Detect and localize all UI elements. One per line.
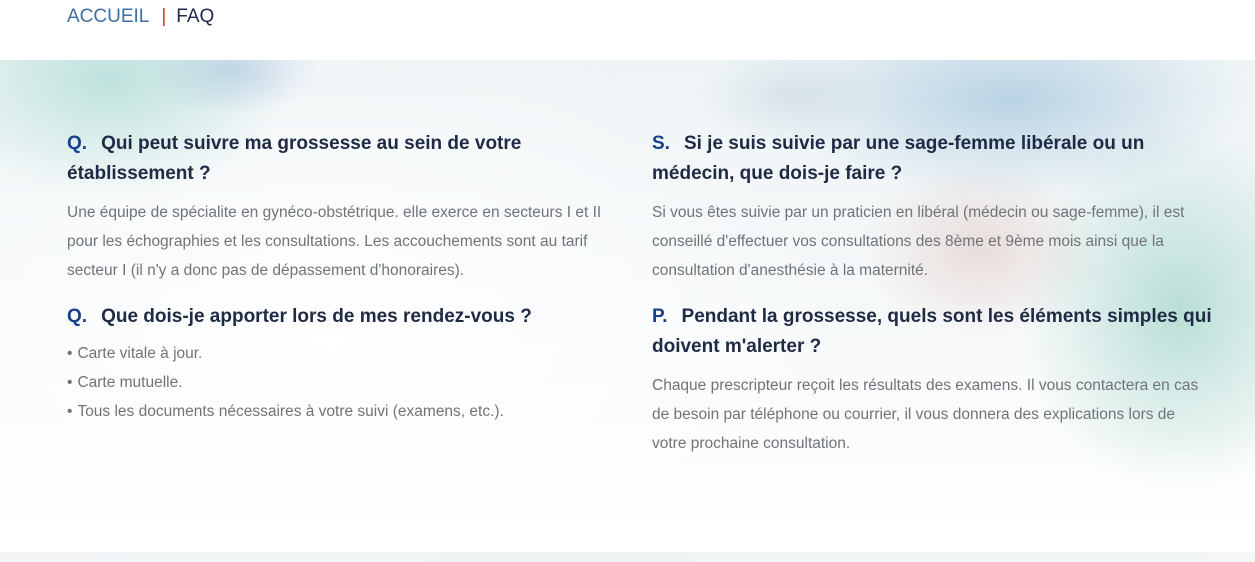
breadcrumb-home-link[interactable]: ACCUEIL — [67, 6, 149, 27]
question-prefix: Q. — [67, 306, 88, 327]
faq-column-left: Q. Qui peut suivre ma grossesse au sein d… — [67, 129, 627, 426]
bottom-divider — [0, 552, 1255, 562]
question-text: Pendant la grossesse, quels sont les élé… — [652, 306, 1212, 357]
bullet-icon: • — [67, 403, 73, 420]
question-prefix: P. — [652, 306, 668, 327]
breadcrumb-current: FAQ — [176, 6, 215, 27]
faq-answer: Une équipe de spécialite en gynéco-obsté… — [67, 204, 602, 279]
bullet-icon: • — [67, 374, 73, 391]
breadcrumb: ACCUEIL | FAQ — [67, 5, 214, 29]
faq-question: Q. Que dois-je apporter lors de mes rende… — [67, 302, 627, 332]
breadcrumb-separator: | — [161, 6, 167, 27]
faq-item: P. Pendant la grossesse, quels sont les é… — [652, 302, 1212, 458]
list-item-text: Tous les documents nécessaires à votre s… — [77, 403, 504, 420]
list-item: • Tous les documents nécessaires à votre … — [67, 397, 627, 426]
faq-answer: Si vous êtes suivie par un praticien en … — [652, 204, 1185, 279]
faq-answer-list: • Carte vitale à jour. • Carte mutuelle. •… — [67, 339, 627, 426]
list-item: • Carte mutuelle. — [67, 368, 627, 397]
bullet-icon: • — [67, 345, 73, 362]
question-prefix: Q. — [67, 133, 88, 154]
question-text: Si je suis suivie par une sage-femme lib… — [652, 133, 1145, 184]
question-prefix: S. — [652, 133, 670, 154]
faq-question: Q. Qui peut suivre ma grossesse au sein d… — [67, 129, 627, 189]
faq-question: S. Si je suis suivie par une sage-femme l… — [652, 129, 1212, 189]
faq-item: Q. Que dois-je apporter lors de mes rende… — [67, 302, 627, 426]
list-item-text: Carte mutuelle. — [77, 374, 183, 391]
faq-item: Q. Qui peut suivre ma grossesse au sein d… — [67, 129, 627, 285]
list-item: • Carte vitale à jour. — [67, 339, 627, 368]
top-bar: ACCUEIL | FAQ — [0, 0, 1255, 60]
faq-question: P. Pendant la grossesse, quels sont les é… — [652, 302, 1212, 362]
question-text: Que dois-je apporter lors de mes rendez-… — [101, 306, 532, 327]
faq-item: S. Si je suis suivie par une sage-femme l… — [652, 129, 1212, 285]
faq-answer: Chaque prescripteur reçoit les résultats… — [652, 377, 1199, 452]
question-text: Qui peut suivre ma grossesse au sein de … — [67, 133, 522, 184]
list-item-text: Carte vitale à jour. — [77, 345, 203, 362]
faq-column-right: S. Si je suis suivie par une sage-femme l… — [652, 129, 1212, 458]
